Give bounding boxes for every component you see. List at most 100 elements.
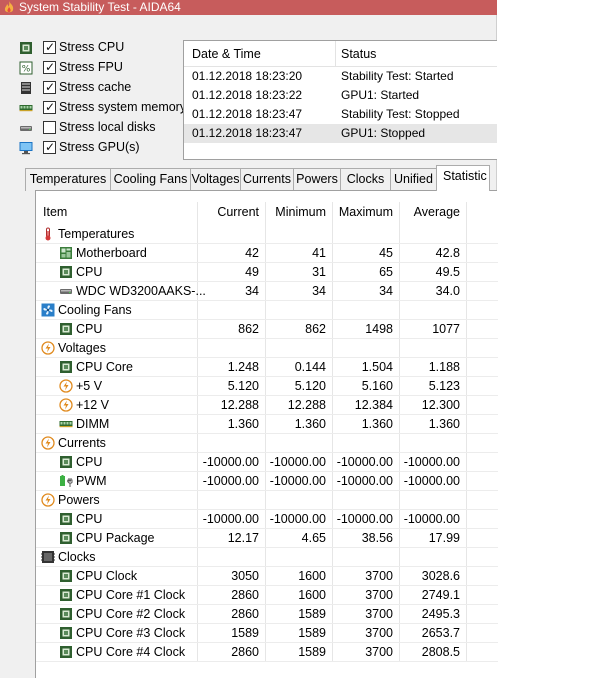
stress-checkbox[interactable]: [43, 121, 56, 134]
value-maximum: 12.384: [354, 398, 393, 412]
sensor-label: CPU Core #4 Clock: [76, 645, 186, 659]
sensor-label: CPU: [76, 455, 103, 469]
stress-option-label[interactable]: Stress system memory: [59, 100, 186, 114]
checkmark-icon: ✓: [44, 140, 56, 154]
group-label: Temperatures: [58, 227, 135, 241]
tab-temperatures[interactable]: Temperatures: [25, 168, 111, 191]
row-divider: [36, 376, 498, 377]
log-header-date[interactable]: Date & Time: [192, 47, 261, 61]
value-average: 3028.6: [421, 569, 460, 583]
value-minimum: 5.120: [294, 379, 326, 393]
value-minimum: 1589: [298, 607, 326, 621]
sensor-label: +5 V: [76, 379, 103, 393]
stress-checkbox[interactable]: ✓: [43, 40, 56, 54]
header-item: Item: [43, 205, 68, 219]
stress-option-label[interactable]: Stress FPU: [59, 60, 123, 74]
tab-voltages[interactable]: Voltages: [190, 168, 241, 191]
sensor-label: CPU: [76, 265, 103, 279]
stress-option-stress-fpu[interactable]: % ✓ Stress FPU: [18, 58, 188, 78]
gpu-monitor-icon: [18, 141, 34, 155]
tab-cooling-fans[interactable]: Cooling Fans: [110, 168, 191, 191]
tab-powers[interactable]: Powers: [293, 168, 341, 191]
row-divider: [36, 642, 498, 643]
stress-option-label[interactable]: Stress local disks: [59, 120, 156, 134]
stress-option-stress-local-disks[interactable]: Stress local disks: [18, 118, 188, 138]
sensor-label: Motherboard: [76, 246, 147, 260]
stress-checkbox[interactable]: ✓: [43, 60, 56, 74]
stress-option-label[interactable]: Stress CPU: [59, 40, 124, 54]
memory-module-icon: [59, 417, 73, 431]
tab-currents[interactable]: Currents: [240, 168, 294, 191]
value-average: -10000.00: [403, 474, 460, 488]
stress-option-stress-cache[interactable]: ✓ Stress cache: [18, 78, 188, 98]
clock-chip-icon: [41, 550, 55, 564]
tab-unified[interactable]: Unified: [390, 168, 437, 191]
stress-option-stress-cpu[interactable]: ✓ Stress CPU: [18, 38, 188, 58]
value-current: 5.120: [227, 379, 259, 393]
stress-checkbox[interactable]: ✓: [43, 100, 56, 114]
log-status: GPU1: Started: [341, 88, 420, 102]
value-current: 2860: [231, 607, 259, 621]
title-bar: System Stability Test - AIDA64: [0, 0, 497, 15]
log-date: 01.12.2018 18:23:22: [192, 88, 303, 102]
sensor-label: PWM: [76, 474, 107, 488]
sensor-label: CPU: [76, 512, 103, 526]
aida64-stability-window: System Stability Test - AIDA64 ✓ Stress C…: [0, 0, 498, 678]
voltage-icon: [41, 436, 55, 450]
value-current: 1.248: [227, 360, 259, 374]
tab-statistic[interactable]: Statistic: [436, 165, 490, 191]
log-row[interactable]: 01.12.2018 18:23:47 Stability Test: Stopp…: [184, 105, 497, 124]
sensor-label: CPU Core #1 Clock: [76, 588, 186, 602]
value-average: 2808.5: [421, 645, 460, 659]
log-row[interactable]: 01.12.2018 18:23:47 GPU1: Stopped: [184, 124, 497, 143]
disk-drive-icon: [59, 284, 73, 298]
row-divider: [36, 300, 498, 301]
value-current: -10000.00: [202, 455, 259, 469]
row-divider: [36, 490, 498, 491]
log-status: GPU1: Stopped: [341, 126, 426, 140]
value-average: 1.188: [428, 360, 460, 374]
row-divider: [36, 433, 498, 434]
value-minimum: 1.360: [294, 417, 326, 431]
value-current: 1589: [231, 626, 259, 640]
row-divider: [36, 509, 498, 510]
voltage-icon: [41, 341, 55, 355]
value-maximum: 1498: [365, 322, 393, 336]
disk-drive-icon: [18, 121, 34, 135]
row-divider: [36, 338, 498, 339]
stress-option-label[interactable]: Stress cache: [59, 80, 131, 94]
header-minimum: Minimum: [275, 205, 326, 219]
thermometer-icon: [41, 227, 55, 241]
log-header-status[interactable]: Status: [341, 47, 376, 61]
fan-icon: [41, 303, 55, 317]
event-log[interactable]: Date & Time Status 01.12.2018 18:23:20 St…: [183, 40, 497, 160]
stress-option-stress-gpu-s[interactable]: ✓ Stress GPU(s): [18, 138, 188, 158]
column-divider: [466, 202, 467, 662]
row-divider: [36, 547, 498, 548]
value-current: 49: [245, 265, 259, 279]
group-label: Powers: [58, 493, 100, 507]
tab-clocks[interactable]: Clocks: [340, 168, 391, 191]
row-divider: [36, 357, 498, 358]
stress-checkbox[interactable]: ✓: [43, 140, 56, 154]
value-average: 12.300: [421, 398, 460, 412]
value-maximum: -10000.00: [336, 455, 393, 469]
value-minimum: -10000.00: [269, 512, 326, 526]
value-maximum: -10000.00: [336, 474, 393, 488]
stress-option-label[interactable]: Stress GPU(s): [59, 140, 140, 154]
battery-plug-icon: [59, 474, 73, 488]
stress-option-stress-system-memory[interactable]: ✓ Stress system memory: [18, 98, 188, 118]
log-row[interactable]: 01.12.2018 18:23:22 GPU1: Started: [184, 86, 497, 105]
value-average: -10000.00: [403, 455, 460, 469]
statistics-panel[interactable]: Item Current Minimum Maximum Average Temperat…: [35, 190, 498, 678]
value-current: -10000.00: [202, 512, 259, 526]
value-maximum: 65: [379, 265, 393, 279]
svg-text:%: %: [22, 65, 31, 75]
value-maximum: 3700: [365, 607, 393, 621]
sensor-label: CPU Package: [76, 531, 155, 545]
log-row[interactable]: 01.12.2018 18:23:20 Stability Test: Start…: [184, 67, 497, 86]
sensor-label: CPU Core #2 Clock: [76, 607, 186, 621]
cpu-chip-icon: [59, 512, 73, 526]
sensor-label: CPU Core #3 Clock: [76, 626, 186, 640]
stress-checkbox[interactable]: ✓: [43, 80, 56, 94]
